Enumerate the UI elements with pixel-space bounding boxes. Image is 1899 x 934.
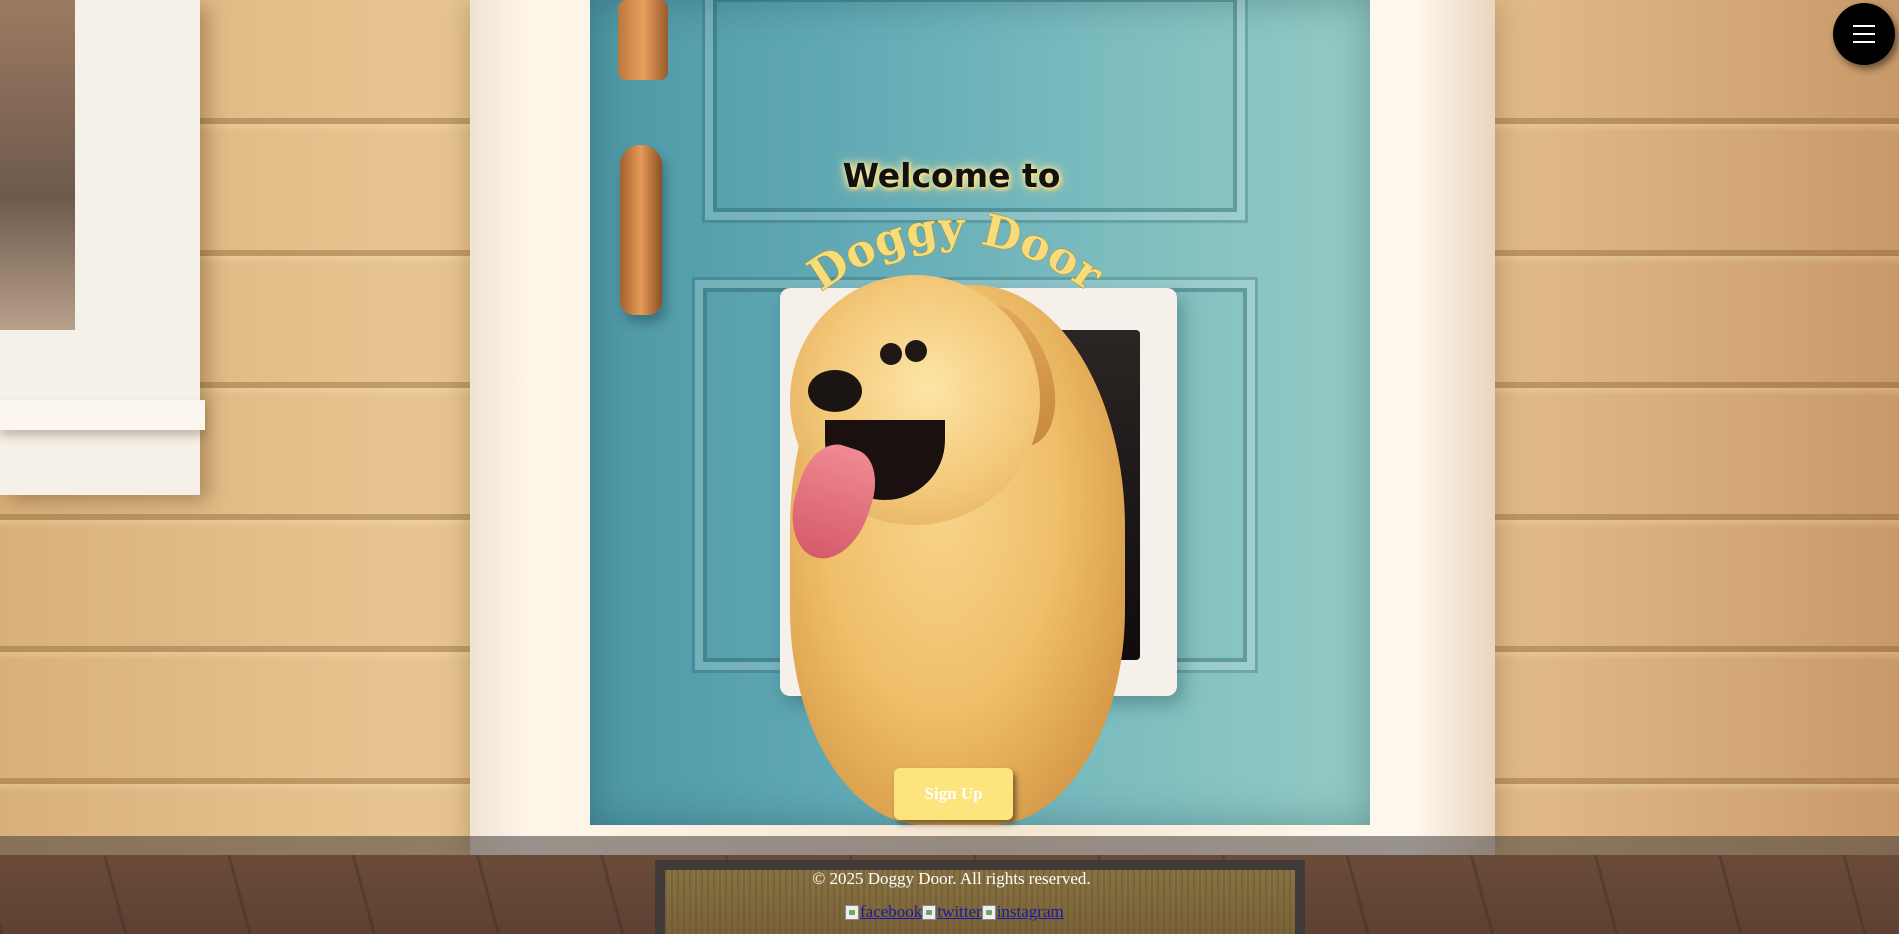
instagram-link[interactable]: instagram xyxy=(981,902,1064,922)
menu-button[interactable] xyxy=(1833,3,1895,65)
hamburger-menu-icon xyxy=(1853,25,1875,43)
sign-up-button[interactable]: Sign Up xyxy=(894,768,1013,820)
brand-title-text: Doggy Door xyxy=(799,203,1112,302)
dog-eye xyxy=(905,340,927,362)
door-lock xyxy=(618,0,668,80)
brand-title: Doggy Door xyxy=(799,202,1113,302)
menu-bar xyxy=(1853,25,1875,27)
twitter-link-label: twitter xyxy=(937,902,982,921)
instagram-icon xyxy=(981,904,996,920)
facebook-link[interactable]: facebook xyxy=(845,902,922,922)
dog-nose xyxy=(808,370,862,412)
facebook-icon xyxy=(845,904,859,920)
copyright-text: © 2025 Doggy Door. All rights reserved. xyxy=(812,869,1091,888)
facebook-link-label: facebook xyxy=(860,902,923,921)
twitter-icon xyxy=(922,904,937,920)
footer: © 2025 Doggy Door. All rights reserved. … xyxy=(0,836,1899,934)
welcome-heading: Welcome to xyxy=(842,156,1061,195)
window-sill xyxy=(0,400,205,430)
menu-bar xyxy=(1853,41,1875,43)
menu-bar xyxy=(1853,33,1875,35)
window-illustration xyxy=(0,0,205,495)
social-links: facebook twitter instagram xyxy=(845,902,1064,922)
dog-eye xyxy=(880,343,902,365)
instagram-link-label: instagram xyxy=(996,902,1064,921)
twitter-link[interactable]: twitter xyxy=(922,902,982,922)
